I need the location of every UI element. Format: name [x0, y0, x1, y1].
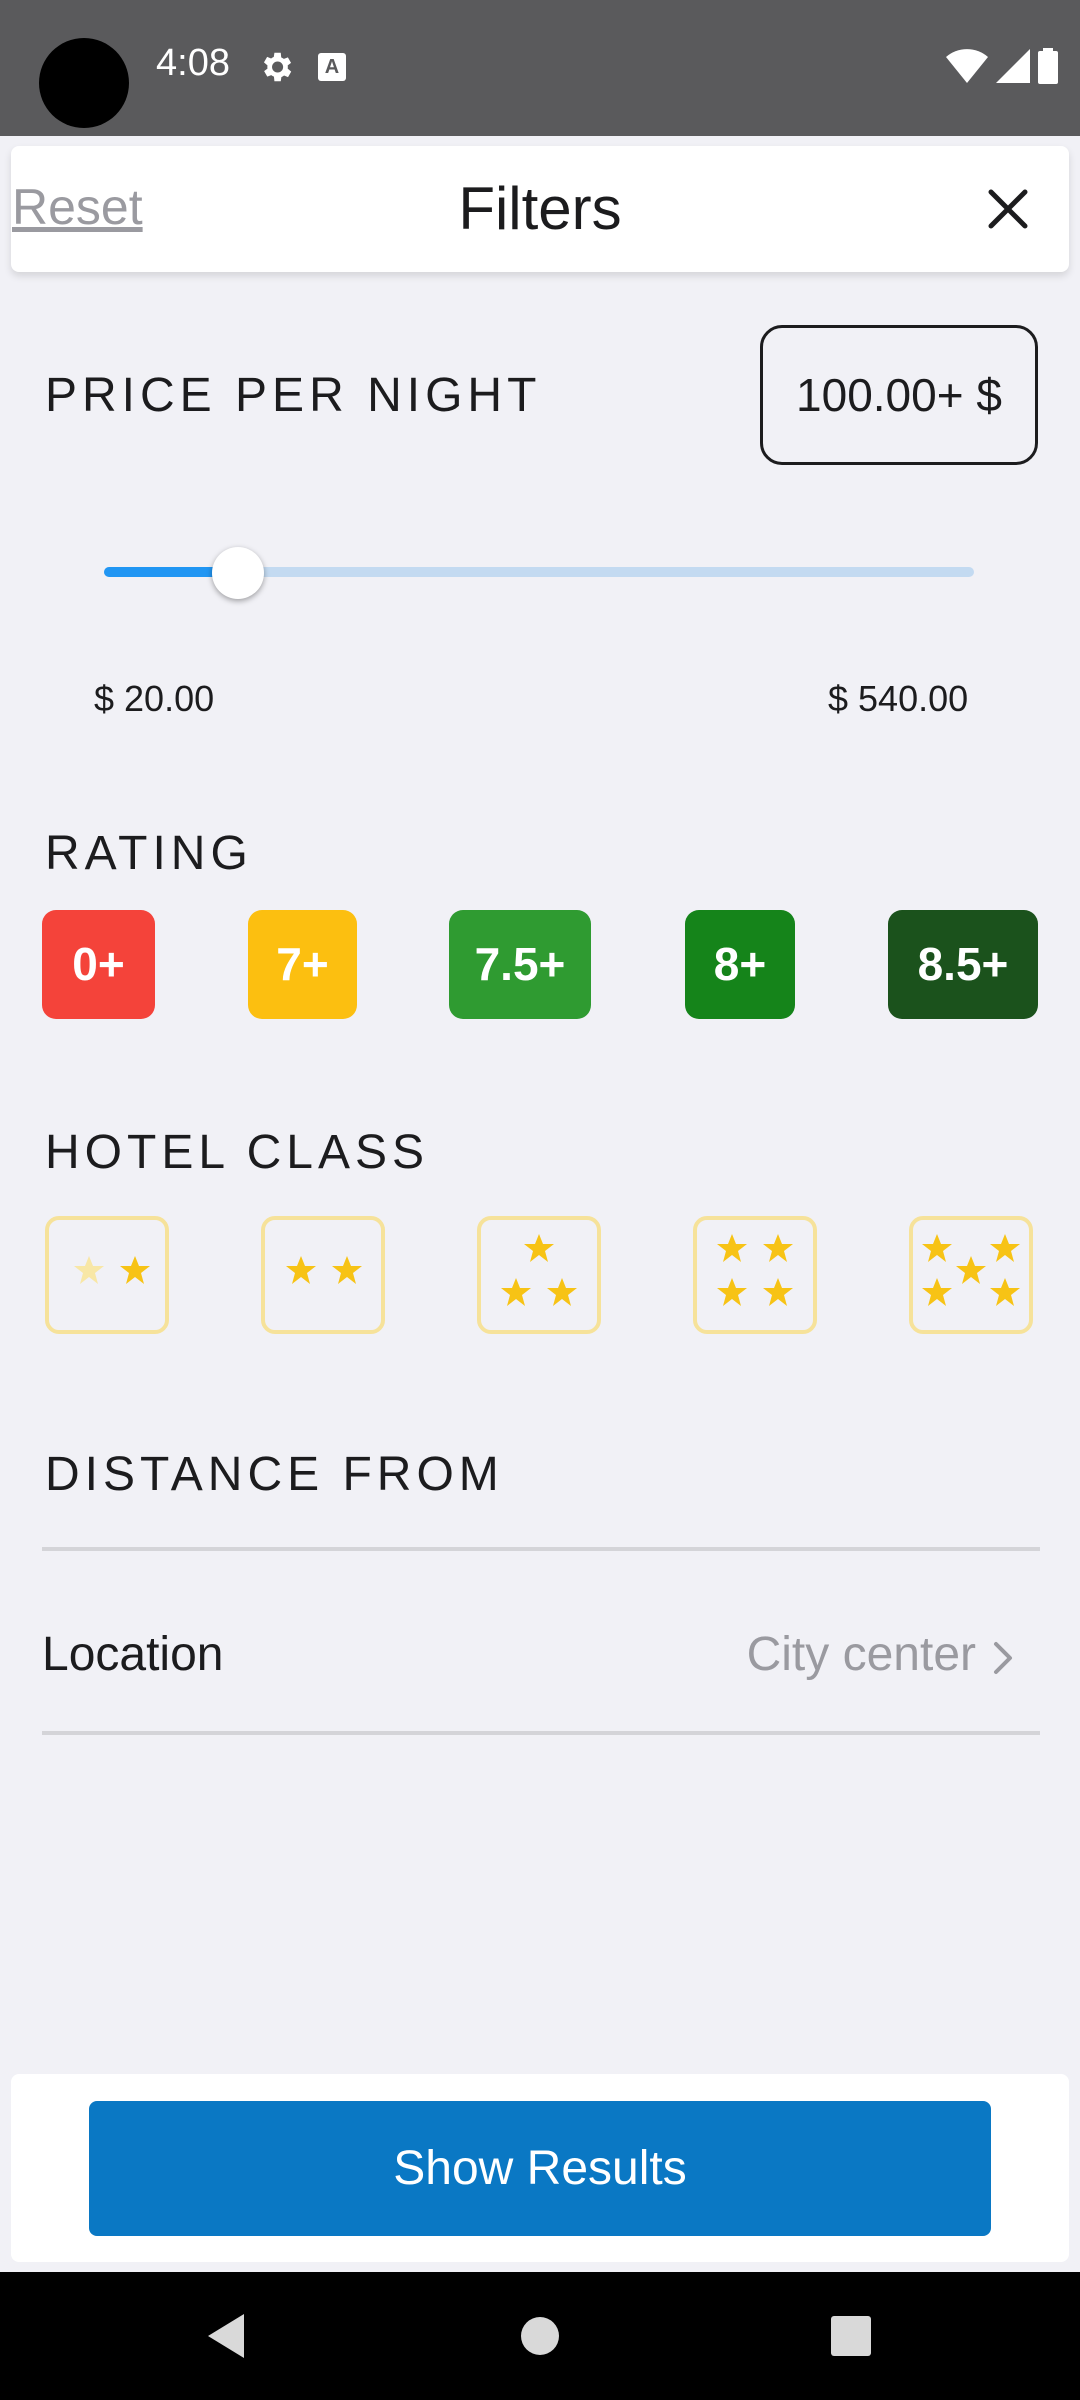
price-slider-thumb[interactable] [212, 547, 264, 599]
star-icon [717, 1234, 747, 1262]
hotel-class-3-star[interactable] [477, 1216, 601, 1334]
hotel-class-section-title: HOTEL CLASS [45, 1126, 429, 1179]
star-icon [763, 1278, 793, 1306]
star-icon [990, 1234, 1020, 1262]
keyboard-a-icon: A [318, 53, 346, 81]
rating-option-0[interactable]: 0+ [42, 910, 155, 1019]
back-icon[interactable] [204, 2312, 248, 2360]
star-icon [763, 1234, 793, 1262]
star-icon [286, 1256, 316, 1284]
rating-section-title: RATING [45, 827, 253, 880]
divider [42, 1731, 1040, 1735]
star-icon [922, 1234, 952, 1262]
status-icons [946, 48, 1058, 84]
recents-icon[interactable] [830, 2312, 872, 2360]
wifi-icon [946, 49, 988, 83]
divider [42, 1547, 1040, 1551]
distance-section-title: DISTANCE FROM [45, 1448, 504, 1501]
status-bar: 4:08 A [0, 0, 1080, 136]
page-title: Filters [458, 175, 622, 242]
star-icon [524, 1234, 554, 1262]
star-icon [990, 1278, 1020, 1306]
price-max-label: $ 540.00 [828, 678, 969, 719]
price-value-box[interactable]: 100.00+ $ [760, 325, 1038, 465]
star-icon [74, 1256, 104, 1284]
filters-header: Reset Filters [11, 146, 1069, 272]
hotel-class-2-star[interactable] [261, 1216, 385, 1334]
camera-cutout [39, 38, 129, 128]
star-icon [332, 1256, 362, 1284]
rating-option-8-5[interactable]: 8.5+ [888, 910, 1038, 1019]
star-icon [717, 1278, 747, 1306]
rating-option-8[interactable]: 8+ [685, 910, 795, 1019]
rating-option-7-5[interactable]: 7.5+ [449, 910, 591, 1019]
navigation-bar [0, 2272, 1080, 2400]
signal-icon [996, 49, 1030, 83]
star-icon [922, 1278, 952, 1306]
hotel-class-1-5-star[interactable] [45, 1216, 169, 1334]
close-icon[interactable] [983, 184, 1033, 234]
star-icon [547, 1278, 577, 1306]
hotel-class-5-star[interactable] [909, 1216, 1033, 1334]
gear-icon [263, 52, 292, 82]
rating-option-7[interactable]: 7+ [248, 910, 357, 1019]
show-results-button[interactable]: Show Results [89, 2101, 991, 2236]
star-icon [120, 1256, 150, 1284]
star-icon [501, 1278, 531, 1306]
star-icon [956, 1256, 986, 1284]
battery-icon [1038, 48, 1058, 84]
chevron-right-icon [994, 1642, 1012, 1674]
price-min-label: $ 20.00 [94, 678, 215, 719]
price-section-title: PRICE PER NIGHT [45, 369, 542, 422]
home-icon[interactable] [520, 2312, 560, 2360]
location-value: City center [746, 1628, 976, 1681]
location-label: Location [42, 1628, 224, 1681]
hotel-class-4-star[interactable] [693, 1216, 817, 1334]
status-time: 4:08 [156, 42, 230, 84]
footer-bar: Show Results [11, 2074, 1069, 2262]
